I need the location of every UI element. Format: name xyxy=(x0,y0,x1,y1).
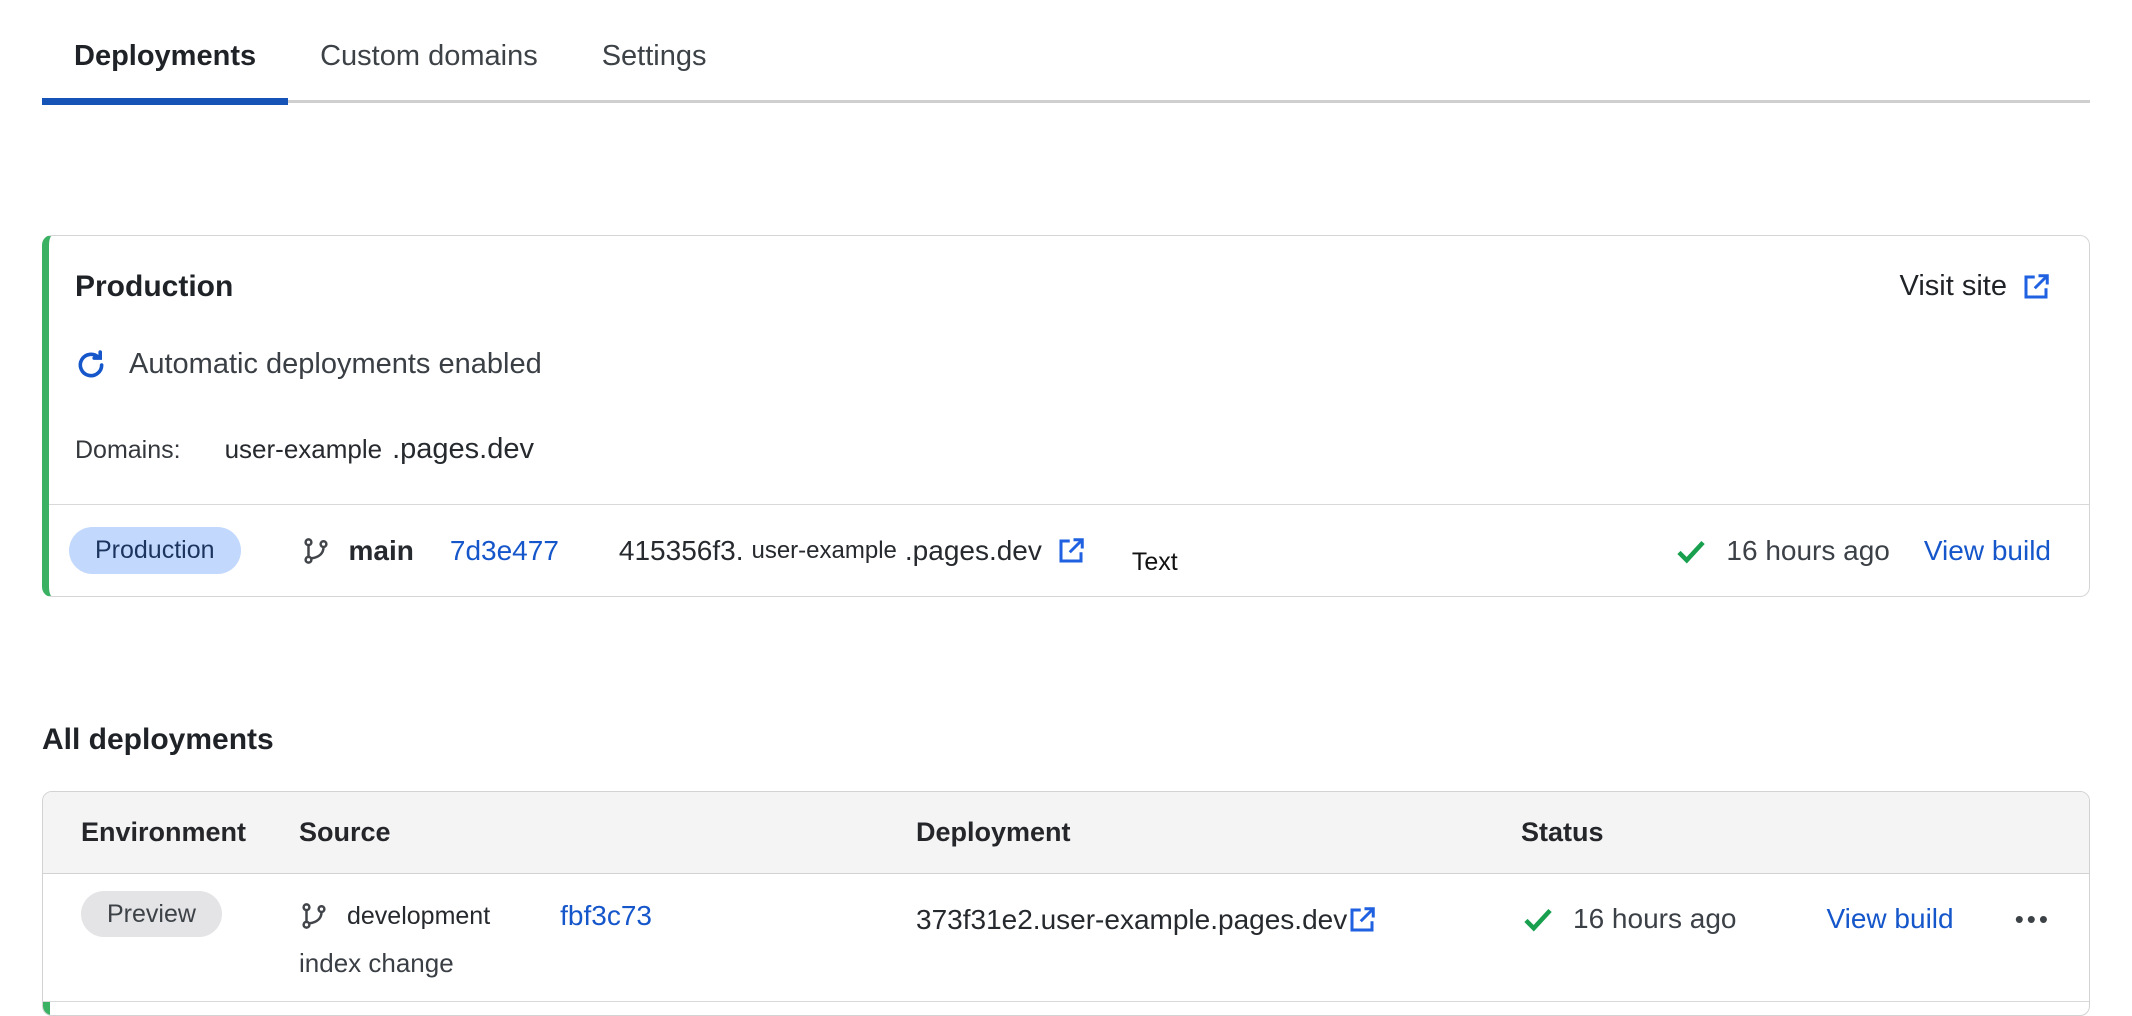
deployment-suffix: .pages.dev xyxy=(1210,904,1347,936)
visit-site-label: Visit site xyxy=(1900,270,2007,303)
view-build-link[interactable]: View build xyxy=(1826,903,1953,935)
production-card-top: Production Visit site Automatic deployme… xyxy=(49,236,2089,504)
column-header-status: Status xyxy=(1521,817,2089,848)
deployment-id: 373f31e2. xyxy=(916,904,1041,936)
external-link-icon[interactable] xyxy=(1056,536,1086,566)
domain-user: user-example xyxy=(225,434,383,465)
row-menu-button[interactable]: ••• xyxy=(2015,906,2051,932)
table-header: Environment Source Deployment Status xyxy=(43,792,2089,874)
branch-name: development xyxy=(347,902,490,931)
deployment-id: 415356f3. xyxy=(619,535,744,567)
deployment-user: user-example xyxy=(751,537,896,565)
text-annotation: Text xyxy=(1132,548,1178,577)
view-build-link[interactable]: View build xyxy=(1924,535,2051,567)
production-card: Production Visit site Automatic deployme… xyxy=(42,235,2090,597)
production-title: Production xyxy=(75,270,233,304)
tab-settings[interactable]: Settings xyxy=(570,24,739,105)
commit-link[interactable]: fbf3c73 xyxy=(560,900,652,932)
tab-custom-domains[interactable]: Custom domains xyxy=(288,24,570,105)
environment-badge-production: Production xyxy=(69,527,241,574)
domains-label: Domains: xyxy=(75,436,181,465)
deployment-time: 16 hours ago xyxy=(1573,903,1736,935)
table-row: Preview development fbf3c73 index change… xyxy=(43,874,2089,1001)
visit-site-link[interactable]: Visit site xyxy=(1900,270,2051,303)
auto-deploy-status: Automatic deployments enabled xyxy=(75,348,2051,381)
deployments-table: Environment Source Deployment Status Pre… xyxy=(42,791,2090,1016)
check-icon xyxy=(1521,902,1555,936)
all-deployments-title: All deployments xyxy=(42,723,2132,757)
refresh-icon xyxy=(75,349,107,381)
deployment-time: 16 hours ago xyxy=(1726,535,1889,567)
external-link-icon[interactable] xyxy=(1347,905,1377,935)
column-header-deployment: Deployment xyxy=(916,817,1521,848)
column-header-environment: Environment xyxy=(43,817,299,848)
domains-row: Domains: user-example .pages.dev xyxy=(75,433,2051,466)
tab-deployments[interactable]: Deployments xyxy=(42,24,288,105)
git-branch-icon xyxy=(299,901,329,931)
domain-suffix: .pages.dev xyxy=(392,433,534,466)
commit-message: index change xyxy=(299,948,916,979)
deployment-url: 415356f3. user-example .pages.dev xyxy=(619,535,1086,567)
environment-badge-preview: Preview xyxy=(81,891,222,937)
branch-name: main xyxy=(349,535,414,567)
table-row-partial xyxy=(43,1001,2089,1015)
production-deployment-row: Production main 7d3e477 415356f3. user-e… xyxy=(49,504,2089,596)
auto-deploy-text: Automatic deployments enabled xyxy=(129,348,542,381)
deployment-user: user-example xyxy=(1041,904,1211,936)
deployment-suffix: .pages.dev xyxy=(905,535,1042,567)
check-icon xyxy=(1674,534,1708,568)
column-header-source: Source xyxy=(299,817,916,848)
tab-bar: Deployments Custom domains Settings xyxy=(42,0,2090,105)
commit-link[interactable]: 7d3e477 xyxy=(450,535,559,567)
git-branch-icon xyxy=(301,536,331,566)
external-link-icon xyxy=(2021,272,2051,302)
deployment-url: 373f31e2. user-example .pages.dev xyxy=(916,900,1521,936)
